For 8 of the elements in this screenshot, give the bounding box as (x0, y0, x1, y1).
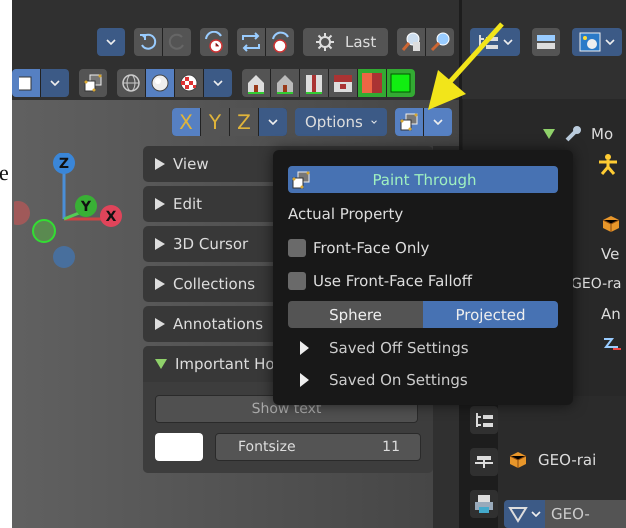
page-text-fragment: e (0, 160, 10, 186)
axis-gizmo-drawing: Z Y X (14, 153, 126, 283)
field-label: Fontsize (238, 439, 296, 455)
section-label: Actual Property (288, 205, 404, 225)
field-value: 11 (382, 439, 400, 455)
checkbox-label: Front-Face Only (313, 239, 430, 257)
object-name: GEO-rai (538, 451, 596, 469)
checkbox-label: Use Front-Face Falloff (313, 272, 472, 290)
